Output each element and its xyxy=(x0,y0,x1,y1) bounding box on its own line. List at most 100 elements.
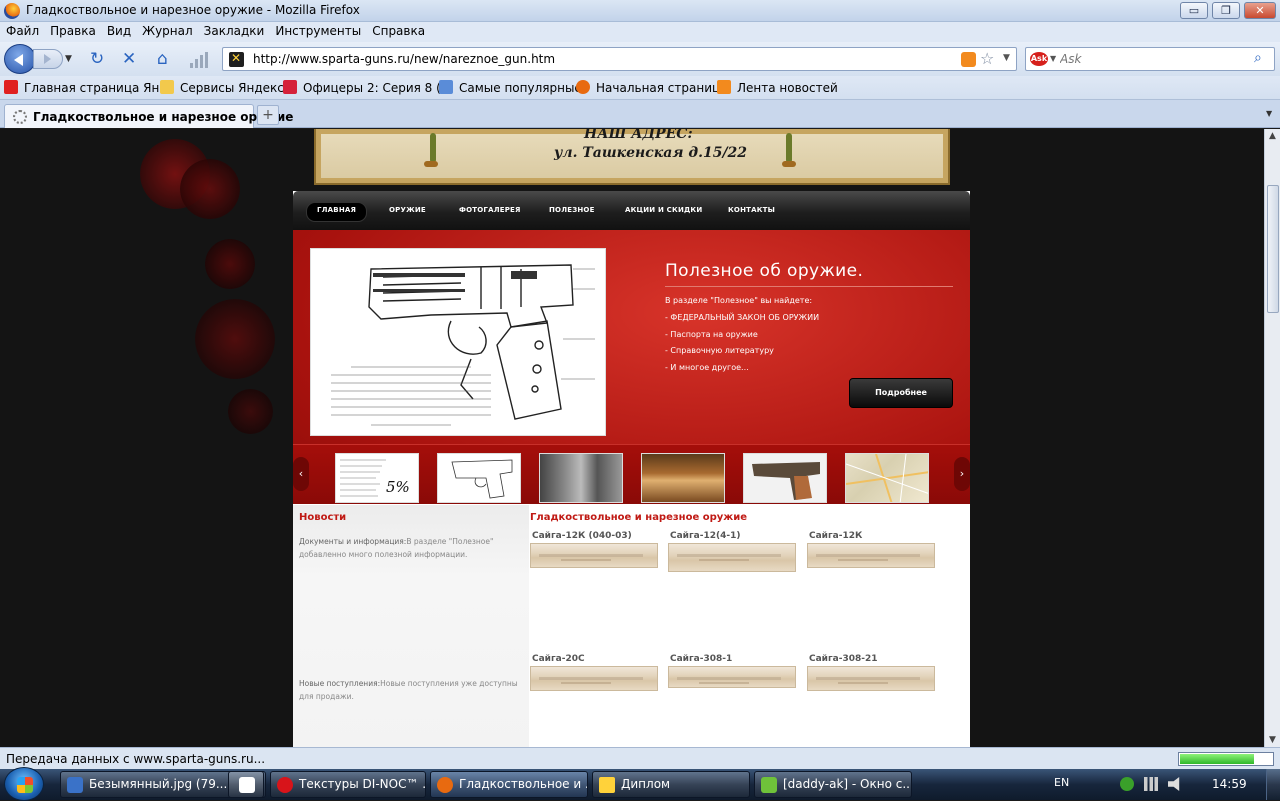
product-name[interactable]: Сайга-308-21 xyxy=(809,654,878,664)
history-dropdown-icon[interactable]: ▼ xyxy=(65,54,72,64)
stop-icon[interactable]: ✕ xyxy=(122,49,136,69)
tab-list-dropdown-icon[interactable]: ▼ xyxy=(1266,109,1272,118)
back-button[interactable] xyxy=(4,44,36,74)
bookmark-yandex-home[interactable]: Главная страница Ян... xyxy=(4,80,171,95)
rss-icon[interactable] xyxy=(961,52,976,67)
scroll-down-icon[interactable]: ▼ xyxy=(1267,735,1278,745)
carousel-prev-button[interactable]: ‹ xyxy=(293,457,309,491)
forward-button[interactable] xyxy=(33,49,63,69)
show-desktop-button[interactable] xyxy=(1266,769,1280,800)
product-image[interactable] xyxy=(668,543,796,572)
carousel-thumb[interactable] xyxy=(845,453,929,503)
product-name[interactable]: Сайга-20С xyxy=(532,654,585,664)
progress-fill xyxy=(1180,754,1254,764)
site-nav-useful[interactable]: ПОЛЕЗНОЕ xyxy=(539,203,605,221)
search-icon[interactable]: ⌕ xyxy=(1254,50,1262,66)
product-image[interactable] xyxy=(807,666,935,691)
hero-intro: В разделе "Полезное" вы найдете: xyxy=(665,296,813,305)
bookmark-most-popular[interactable]: Самые популярные xyxy=(439,80,582,95)
tab-current[interactable]: Гладкоствольное и нарезное оружие xyxy=(4,104,293,128)
site-nav-home[interactable]: ГЛАВНАЯ xyxy=(307,203,367,221)
close-button[interactable]: ✕ xyxy=(1244,2,1276,19)
start-button[interactable] xyxy=(4,767,44,801)
star-icon[interactable]: ☆ xyxy=(980,49,994,68)
site-nav-gallery[interactable]: ФОТОГАЛЕРЕЯ xyxy=(449,203,531,221)
carousel-thumb[interactable] xyxy=(743,453,827,503)
warning-icon xyxy=(599,777,615,793)
home-icon[interactable]: ⌂ xyxy=(157,49,168,69)
menu-view[interactable]: Вид xyxy=(101,22,136,38)
scrollbar-thumb[interactable] xyxy=(1267,185,1279,313)
maximize-button[interactable]: ❐ xyxy=(1212,2,1240,19)
menu-history[interactable]: Журнал xyxy=(136,22,198,38)
menu-file[interactable]: Файл xyxy=(0,22,44,38)
scroll-up-icon[interactable]: ▲ xyxy=(1267,131,1278,141)
bookmark-yandex-services[interactable]: Сервисы Яндекса xyxy=(160,80,291,95)
signal-tray-icon[interactable] xyxy=(1144,777,1158,791)
carousel-thumb[interactable] xyxy=(437,453,521,503)
menu-help[interactable]: Справка xyxy=(366,22,430,38)
reload-icon[interactable]: ↻ xyxy=(90,49,104,69)
search-engine-dropdown-icon[interactable]: ▼ xyxy=(1050,54,1056,63)
product-name[interactable]: Сайга-308-1 xyxy=(670,654,732,664)
carousel-next-button[interactable]: › xyxy=(954,457,970,491)
hero-item: - ФЕДЕРАЛЬНЫЙ ЗАКОН ОБ ОРУЖИИ xyxy=(665,313,820,322)
search-bar[interactable]: Ask ▼ ⌕ xyxy=(1025,47,1275,71)
opera-icon xyxy=(277,777,293,793)
more-button[interactable]: Подробнее xyxy=(849,378,953,408)
site-nav-promotions[interactable]: АКЦИИ И СКИДКИ xyxy=(615,203,712,221)
site-nav-contacts[interactable]: КОНТАКТЫ xyxy=(718,203,785,221)
product-image[interactable] xyxy=(807,543,935,568)
loading-progress-bar xyxy=(1178,752,1274,766)
taskbar-item-firefox[interactable]: Гладкоствольное и ... xyxy=(430,771,588,798)
hero-title: Полезное об оружие. xyxy=(665,261,864,281)
app-icon xyxy=(239,777,255,793)
taskbar-item-diploma[interactable]: Диплом xyxy=(592,771,750,798)
site-favicon-icon xyxy=(229,51,244,67)
volume-icon[interactable] xyxy=(1168,777,1180,791)
product-name[interactable]: Сайга-12(4-1) xyxy=(670,531,741,541)
news-item-label: Документы и информация: xyxy=(299,537,407,546)
product-image[interactable] xyxy=(530,666,658,691)
vertical-scrollbar[interactable]: ▲ ▼ xyxy=(1264,129,1280,747)
news-item[interactable]: Документы и информация:В разделе "Полезн… xyxy=(299,535,519,561)
product-image[interactable] xyxy=(530,543,658,568)
taskbar-item-opera[interactable]: Текстуры DI-NOC™ ... xyxy=(270,771,426,798)
product-name[interactable]: Сайга-12К (040-03) xyxy=(532,531,632,541)
language-indicator[interactable]: EN xyxy=(1054,776,1069,789)
address-bar[interactable]: http://www.sparta-guns.ru/new/nareznoe_g… xyxy=(222,47,1017,71)
news-item-label: Новые поступления: xyxy=(299,679,381,688)
search-input[interactable] xyxy=(1060,51,1250,67)
menu-edit[interactable]: Правка xyxy=(44,22,101,38)
navigation-toolbar: ▼ ↻ ✕ ⌂ http://www.sparta-guns.ru/new/na… xyxy=(0,42,1280,76)
status-text: Передача данных с www.sparta-guns.ru... xyxy=(6,752,266,766)
carousel-thumb[interactable] xyxy=(641,453,725,503)
bookmark-news-feed[interactable]: Лента новостей xyxy=(717,80,838,95)
product-name[interactable]: Сайга-12К xyxy=(809,531,862,541)
carousel-thumb[interactable] xyxy=(539,453,623,503)
carousel-thumb[interactable]: 5% xyxy=(335,453,419,503)
menu-bookmarks[interactable]: Закладки xyxy=(198,22,270,38)
product-image[interactable] xyxy=(668,666,796,688)
pistol-sketch-thumb xyxy=(451,459,513,499)
minimize-button[interactable]: ▭ xyxy=(1180,2,1208,19)
ask-logo-icon[interactable]: Ask xyxy=(1030,52,1048,66)
page-viewport: НАШ АДРЕС: ул. Ташкенская д.15/22 ГЛАВНА… xyxy=(0,129,1264,747)
network-tray-icon[interactable] xyxy=(1120,777,1134,791)
address-heading: НАШ АДРЕС: xyxy=(584,129,693,142)
catalog-title: Гладкоствольное и нарезное оружие xyxy=(530,512,748,523)
pistol-diagram-image[interactable] xyxy=(310,248,606,436)
url-dropdown-icon[interactable]: ▼ xyxy=(1003,53,1010,63)
site-nav-weapons[interactable]: ОРУЖИЕ xyxy=(379,203,436,221)
bookmark-officers[interactable]: Офицеры 2: Серия 8 (... xyxy=(283,80,452,95)
news-title: Новости xyxy=(299,512,347,523)
clock[interactable]: 14:59 xyxy=(1212,777,1247,791)
taskbar-item-chat[interactable]: [daddy-ak] - Окно с... xyxy=(754,771,912,798)
banner-figure-right xyxy=(766,129,806,167)
taskbar-item-app[interactable] xyxy=(228,771,264,798)
news-item[interactable]: Новые поступления:Новые поступления уже … xyxy=(299,677,519,703)
url-text[interactable]: http://www.sparta-guns.ru/new/nareznoe_g… xyxy=(253,52,555,66)
menu-tools[interactable]: Инструменты xyxy=(269,22,366,38)
bookmark-start-page[interactable]: Начальная страница xyxy=(576,80,728,95)
new-tab-button[interactable]: + xyxy=(257,105,279,125)
